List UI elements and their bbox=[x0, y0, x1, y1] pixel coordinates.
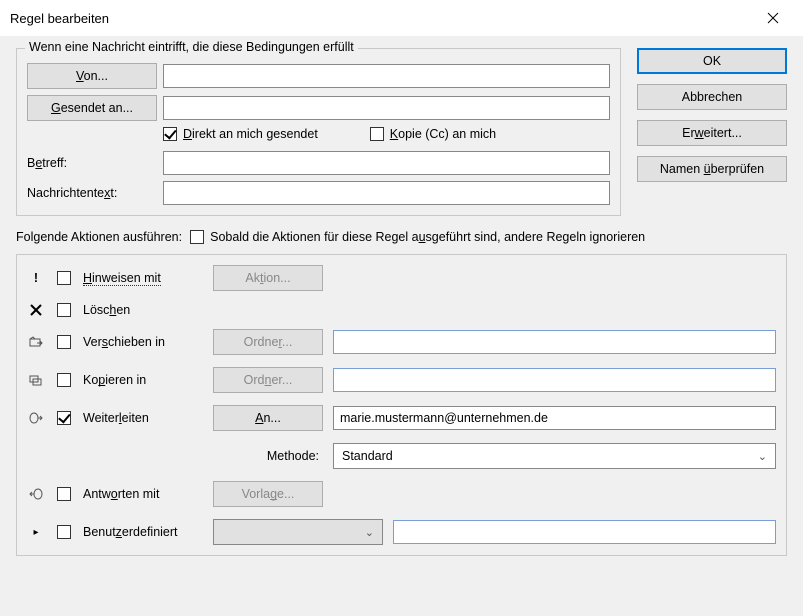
move-folder-button[interactable]: Ordner...Ordner... bbox=[213, 329, 323, 355]
conditions-group: Wenn eine Nachricht eintrifft, die diese… bbox=[16, 48, 621, 216]
reply-icon bbox=[29, 487, 43, 501]
window-title: Regel bearbeiten bbox=[10, 11, 109, 26]
move-folder-icon bbox=[29, 335, 43, 349]
move-label: Verschieben inVerschieben in bbox=[83, 335, 203, 349]
ok-button[interactable]: OK bbox=[637, 48, 787, 74]
body-label: Nachrichtentext:Nachrichtentext: bbox=[27, 186, 157, 200]
copy-label: Kopieren inKopieren in bbox=[83, 373, 203, 387]
stop-rules-checkbox[interactable]: Sobald die Aktionen für diese Regel ausg… bbox=[190, 230, 645, 244]
chevron-down-icon: ⌄ bbox=[365, 526, 374, 539]
advanced-button[interactable]: Erweitert...Erweitert... bbox=[637, 120, 787, 146]
checkbox-checked-icon bbox=[163, 127, 177, 141]
reply-label: Antworten mitAntworten mit bbox=[83, 487, 203, 501]
close-icon bbox=[767, 12, 779, 24]
subject-label: Betreff:Betreff: bbox=[27, 156, 157, 170]
exclamation-icon: ! bbox=[34, 271, 38, 285]
conditions-legend: Wenn eine Nachricht eintrifft, die diese… bbox=[25, 40, 358, 54]
custom-field[interactable] bbox=[393, 520, 776, 544]
method-label: Methode: bbox=[213, 449, 323, 463]
body-input[interactable] bbox=[163, 181, 610, 205]
custom-select[interactable]: ⌄ bbox=[213, 519, 383, 545]
check-names-button[interactable]: Namen überprüfenNamen überprüfen bbox=[637, 156, 787, 182]
delete-x-icon bbox=[29, 303, 43, 317]
forward-label: WeiterleitenWeiterleiten bbox=[83, 411, 203, 425]
move-checkbox[interactable] bbox=[57, 335, 71, 349]
forward-to-button[interactable]: An...An... bbox=[213, 405, 323, 431]
alert-label: Hinweisen mitHinweisen mit bbox=[83, 271, 203, 285]
cc-to-me-checkbox[interactable]: Kopie (Cc) an michKopie (Cc) an mich bbox=[370, 127, 496, 141]
checkbox-icon bbox=[370, 127, 384, 141]
actions-group: ! Hinweisen mitHinweisen mit Aktion...Ak… bbox=[16, 254, 787, 556]
alert-action-button[interactable]: Aktion...Aktion... bbox=[213, 265, 323, 291]
forward-icon bbox=[29, 411, 43, 425]
move-folder-field[interactable] bbox=[333, 330, 776, 354]
custom-label: BenutzerdefiniertBenutzerdefiniert bbox=[83, 525, 203, 539]
close-button[interactable] bbox=[753, 6, 793, 30]
forward-to-input[interactable] bbox=[333, 406, 776, 430]
custom-checkbox[interactable] bbox=[57, 525, 71, 539]
method-value: Standard bbox=[342, 449, 393, 463]
method-select[interactable]: Standard ⌄ bbox=[333, 443, 776, 469]
delete-checkbox[interactable] bbox=[57, 303, 71, 317]
copy-folder-field[interactable] bbox=[333, 368, 776, 392]
from-button[interactable]: VVon...on... bbox=[27, 63, 157, 89]
reply-checkbox[interactable] bbox=[57, 487, 71, 501]
from-input[interactable] bbox=[163, 64, 610, 88]
forward-checkbox[interactable] bbox=[57, 411, 71, 425]
copy-checkbox[interactable] bbox=[57, 373, 71, 387]
copy-folder-icon bbox=[29, 373, 43, 387]
chevron-down-icon: ⌄ bbox=[758, 450, 767, 463]
reply-template-button[interactable]: Vorlage...Vorlage... bbox=[213, 481, 323, 507]
copy-folder-button[interactable]: Ordner...Ordner... bbox=[213, 367, 323, 393]
sent-to-input[interactable] bbox=[163, 96, 610, 120]
checkbox-icon bbox=[190, 230, 204, 244]
sent-to-button[interactable]: Gesendet an...Gesendet an... bbox=[27, 95, 157, 121]
delete-label: LöschenLöschen bbox=[83, 303, 203, 317]
alert-checkbox[interactable] bbox=[57, 271, 71, 285]
triangle-right-icon: ▸ bbox=[33, 527, 38, 538]
cancel-button[interactable]: Abbrechen bbox=[637, 84, 787, 110]
subject-input[interactable] bbox=[163, 151, 610, 175]
direct-to-me-checkbox[interactable]: Direkt an mich gesendetDirekt an mich ge… bbox=[163, 127, 318, 141]
perform-actions-label: Folgende Aktionen ausführen: bbox=[16, 230, 182, 244]
